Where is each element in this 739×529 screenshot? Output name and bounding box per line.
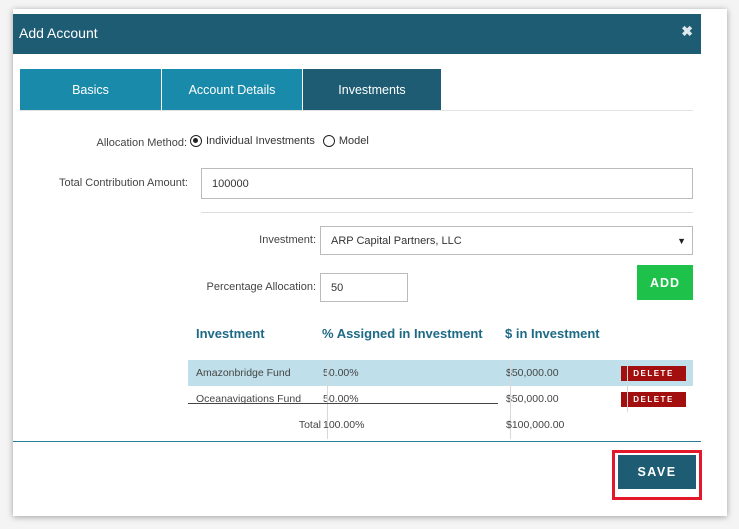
tab-basics[interactable]: Basics: [20, 69, 161, 111]
percentage-allocation-label: Percentage Allocation:: [206, 281, 316, 293]
add-button[interactable]: ADD: [637, 265, 693, 300]
allocation-method-label: Allocation Method:: [96, 137, 188, 149]
tabs-divider: [20, 110, 693, 111]
radio-individual-investments[interactable]: Individual Investments: [190, 135, 315, 147]
footer-divider: [13, 441, 701, 442]
section-divider: [201, 212, 693, 213]
radio-model[interactable]: Model: [322, 135, 369, 147]
total-label: Total: [298, 419, 321, 431]
total-amount: $100,000.00: [506, 419, 565, 431]
radio-model-label: Model: [338, 135, 369, 147]
radio-unchecked-icon[interactable]: [322, 135, 335, 147]
tab-investments[interactable]: Investments: [302, 69, 441, 111]
column-header-amount: $ in Investment: [505, 326, 600, 341]
cell-amount: $50,000.00: [506, 367, 559, 379]
radio-individual-label: Individual Investments: [206, 135, 315, 147]
cell-investment: Amazonbridge Fund: [196, 367, 291, 379]
cell-percent: 50.00%: [323, 367, 359, 379]
column-divider: [627, 360, 628, 412]
column-header-investment: Investment: [196, 326, 265, 341]
table-row: Oceanavigations Fund 50.00% $50,000.00 D…: [188, 386, 693, 412]
investment-select[interactable]: ARP Capital Partners, LLC ▼: [320, 226, 693, 255]
cell-amount: $50,000.00: [506, 393, 559, 405]
delete-button[interactable]: DELETE: [621, 392, 686, 407]
modal-title: Add Account: [19, 25, 98, 41]
radio-checked-icon[interactable]: [190, 135, 202, 147]
close-icon[interactable]: ✖: [681, 23, 693, 40]
dropdown-arrow-icon: ▼: [677, 235, 686, 246]
table-row: Amazonbridge Fund 50.00% $50,000.00 DELE…: [188, 360, 693, 386]
percentage-allocation-input[interactable]: 50: [320, 273, 408, 302]
allocation-method-group: Individual Investments Model: [190, 135, 377, 147]
column-header-percent: % Assigned in Investment: [322, 326, 483, 341]
modal-header: Add Account ✖: [13, 14, 701, 54]
total-separator: [188, 403, 498, 404]
save-button[interactable]: SAVE: [618, 455, 696, 489]
investment-label: Investment:: [259, 234, 316, 246]
tab-account-details[interactable]: Account Details: [161, 69, 302, 111]
delete-button[interactable]: DELETE: [621, 366, 686, 381]
investment-select-value: ARP Capital Partners, LLC: [331, 234, 462, 247]
total-percent: 100.00%: [323, 419, 365, 431]
total-contribution-label: Total Contribution Amount:: [58, 177, 188, 189]
tab-bar: Basics Account Details Investments: [20, 69, 441, 111]
total-row: Total 100.00% $100,000.00: [188, 412, 693, 438]
total-contribution-input[interactable]: 100000: [201, 168, 693, 199]
